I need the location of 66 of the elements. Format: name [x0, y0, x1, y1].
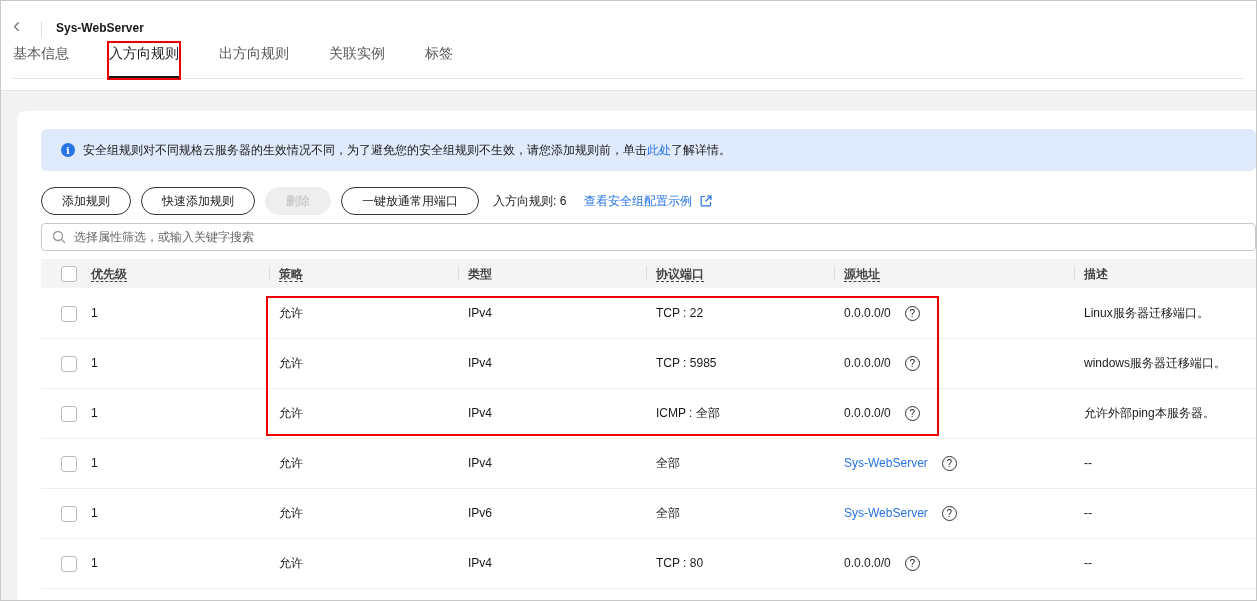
tab[interactable]: 关联实例 — [329, 43, 385, 78]
search-field[interactable]: 选择属性筛选，或输入关键字搜索 — [41, 223, 1256, 251]
description-text: 允许外部ping本服务器。 — [1084, 406, 1215, 420]
column-header: 类型 — [468, 266, 492, 281]
priority-text: 1 — [91, 305, 98, 320]
description-text: Linux服务器迁移端口。 — [1084, 305, 1209, 320]
row-checkbox[interactable] — [61, 305, 77, 322]
port-text: ICMP : 全部 — [656, 406, 720, 420]
description-text: -- — [1084, 456, 1092, 470]
type-text: IPv4 — [468, 305, 492, 320]
page-title: Sys-WebServer — [56, 20, 144, 37]
port-text: 全部 — [656, 506, 680, 520]
tab[interactable]: 出方向规则 — [219, 43, 289, 78]
tab[interactable]: 入方向规则 — [109, 43, 179, 78]
column-header: 优先级 — [91, 266, 127, 282]
tab[interactable]: 基本信息 — [13, 43, 69, 78]
source-link[interactable]: Sys-WebServer — [844, 456, 928, 470]
priority-text: 1 — [91, 506, 98, 520]
row-checkbox[interactable] — [61, 505, 77, 522]
column-header: 策略 — [279, 266, 303, 282]
details-link[interactable]: 此处 — [647, 143, 671, 157]
port-text: TCP : 80 — [656, 556, 704, 570]
column-header: 源地址 — [844, 266, 880, 282]
port-text: TCP : 5985 — [656, 356, 717, 370]
policy-text: 允许 — [279, 556, 303, 570]
priority-text: 1 — [91, 456, 98, 470]
policy-text: 允许 — [279, 506, 303, 520]
port-text: TCP : 22 — [656, 305, 704, 320]
description-text: -- — [1084, 506, 1092, 520]
type-text: IPv4 — [468, 406, 492, 420]
row-checkbox[interactable] — [61, 455, 77, 472]
port-text: 全部 — [656, 456, 680, 470]
action-button[interactable]: 一键放通常用端口 — [341, 187, 479, 215]
tab[interactable]: 标签 — [425, 43, 453, 78]
description-text: windows服务器迁移端口。 — [1084, 356, 1227, 370]
priority-text: 1 — [91, 356, 98, 370]
type-text: IPv4 — [468, 556, 492, 570]
description-text: -- — [1084, 556, 1092, 570]
type-text: IPv4 — [468, 456, 492, 470]
row-checkbox[interactable] — [61, 355, 77, 372]
example-link[interactable]: 查看安全组配置示例 — [584, 192, 713, 210]
policy-text: 允许 — [279, 456, 303, 470]
policy-text: 允许 — [279, 305, 303, 320]
priority-text: 1 — [91, 556, 98, 570]
source-address: 0.0.0.0/0 — [844, 356, 891, 370]
type-text: IPv4 — [468, 356, 492, 370]
source-link[interactable]: Sys-WebServer — [844, 506, 928, 520]
type-text: IPv6 — [468, 506, 492, 520]
notice-text: 安全组规则对不同规格云服务器的生效情况不同，为了避免您的安全组规则不生效，请您添加规则前，单击此处了解详情。 — [83, 142, 731, 159]
info-icon: i — [61, 143, 75, 157]
column-header: 描述 — [1084, 266, 1108, 281]
source-address: 0.0.0.0/0 — [844, 406, 891, 420]
action-button[interactable]: 添加规则 — [41, 187, 131, 215]
policy-text: 允许 — [279, 356, 303, 370]
source-address: 0.0.0.0/0 — [844, 305, 891, 320]
rule-count: 入方向规则: 6 — [493, 193, 567, 210]
column-header: 协议端口 — [656, 266, 704, 282]
row-checkbox[interactable] — [61, 555, 77, 572]
source-address: 0.0.0.0/0 — [844, 556, 891, 570]
back-button[interactable]: ‹ — [13, 15, 29, 37]
row-checkbox[interactable] — [61, 405, 77, 422]
external-link-icon — [700, 195, 713, 207]
action-button[interactable]: 快速添加规则 — [141, 187, 255, 215]
policy-text: 允许 — [279, 406, 303, 420]
priority-text: 1 — [91, 406, 98, 420]
select-all-checkbox[interactable] — [61, 266, 77, 283]
